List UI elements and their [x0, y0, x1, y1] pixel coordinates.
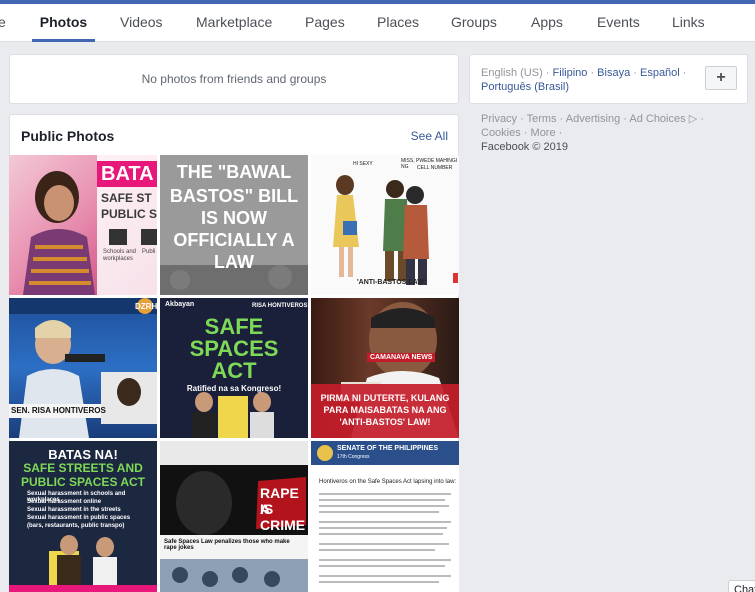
- tab-links[interactable]: Links: [672, 4, 705, 42]
- photo-overlay-text: SEN. RISA HONTIVEROS: [11, 406, 106, 415]
- photo-thumbnail[interactable]: THE "BAWAL BASTOS" BILL IS NOW OFFICIALL…: [160, 155, 308, 295]
- tab-places[interactable]: Places: [377, 4, 419, 42]
- photo-overlay-text: BATA: [101, 163, 154, 185]
- photo-overlay-text: CAMANAVA NEWS: [367, 353, 436, 362]
- photo-overlay-text: PIRMA NI DUTERTE, KULANG: [320, 393, 450, 403]
- copyright: Facebook © 2019: [481, 141, 568, 153]
- photo-overlay-text: Safe Spaces Law penalizes those who make…: [164, 539, 290, 551]
- photo-4-art: [9, 298, 157, 438]
- footer-link-privacy[interactable]: Privacy: [481, 113, 517, 125]
- language-link-bisaya[interactable]: Bisaya: [597, 67, 630, 79]
- tab-events[interactable]: Events: [597, 4, 640, 42]
- photo-overlay-text: IS NOW: [201, 208, 267, 228]
- no-photos-card: No photos from friends and groups: [9, 54, 459, 104]
- photo-overlay-text: SAFE ST: [101, 191, 152, 205]
- photo-thumbnail[interactable]: BATA SAFE ST PUBLIC S Schools and workpl…: [9, 155, 157, 295]
- tab-groups[interactable]: Groups: [451, 4, 497, 42]
- photo-overlay-text: LAW: [214, 252, 254, 272]
- photo-thumbnail[interactable]: BATAS NA! SAFE STREETS AND PUBLIC SPACES…: [9, 441, 157, 592]
- language-list: English (US) · Filipino · Bisaya · Españ…: [481, 67, 687, 93]
- photo-overlay-text: Akbayan: [165, 301, 195, 308]
- chat-tab[interactable]: Chat: [728, 580, 755, 592]
- photo-thumbnail[interactable]: SENATE OF THE PHILIPPINES 17th Congress …: [311, 441, 459, 592]
- photo-overlay-text: RISA HONTIVEROS: [252, 303, 308, 309]
- tab-marketplace[interactable]: Marketplace: [196, 4, 272, 42]
- tab-apps[interactable]: Apps: [531, 4, 563, 42]
- see-all-link[interactable]: See All: [411, 129, 448, 143]
- photo-3-art: [333, 175, 458, 285]
- photo-overlay-text: Sexual harassment online: [27, 499, 102, 505]
- photo-overlay-text: OFFICIALLY A: [173, 230, 295, 250]
- photo-overlay-text: SAFE: [204, 314, 264, 339]
- footer-links: Privacy · Terms · Advertising · Ad Choic…: [481, 113, 704, 139]
- profile-tab-bar: e Photos Videos Marketplace Pages Places…: [0, 4, 755, 42]
- footer-link-cookies[interactable]: Cookies: [481, 127, 521, 139]
- photo-overlay-text: PUBLIC SPACES ACT: [20, 475, 145, 489]
- no-photos-message: No photos from friends and groups: [141, 72, 327, 86]
- photo-thumbnail[interactable]: RAPE IS A CRIME Safe Spaces Law penalize…: [160, 441, 308, 592]
- tab-photos[interactable]: Photos: [32, 4, 95, 42]
- photo-overlay-text: SPACES: [189, 336, 279, 361]
- photo-overlay-text: Ratified na sa Kongreso!: [186, 384, 282, 393]
- photo-overlay-text: 17th Congress: [337, 454, 370, 460]
- photo-overlay-text: Publi: [142, 249, 156, 255]
- photo-overlay-text: THE "BAWAL: [176, 162, 292, 182]
- photo-grid: BATA SAFE ST PUBLIC S Schools and workpl…: [9, 155, 459, 592]
- footer-link-more[interactable]: More: [531, 127, 556, 139]
- tab-videos[interactable]: Videos: [120, 4, 163, 42]
- photo-overlay-text: Sexual harassment in the streets: [27, 507, 121, 513]
- photo-overlay-text: SAFE STREETS AND: [23, 461, 143, 475]
- photo-overlay-text: 'ANTI-BASTOS' LAW!: [339, 417, 431, 427]
- photo-thumbnail[interactable]: Akbayan RISA HONTIVEROS SAFE SPACES ACT …: [160, 298, 308, 438]
- tab-partial[interactable]: e: [0, 4, 6, 42]
- public-photos-title: Public Photos: [21, 128, 115, 144]
- photo-overlay-text: Schools and: [103, 249, 137, 255]
- photo-thumbnail[interactable]: SEN. RISA HONTIVEROS DZRH: [9, 298, 157, 438]
- photo-overlay-text: PUBLIC S: [101, 207, 157, 221]
- photo-overlay-text: CELL NUMBER: [417, 165, 453, 171]
- photo-overlay-text: BASTOS" BILL: [169, 186, 299, 206]
- photo-overlay-text: Hontiveros on the Safe Spaces Act lapsin…: [319, 479, 457, 485]
- ad-choices-icon: ▷: [688, 113, 698, 125]
- footer-link-ad-choices[interactable]: Ad Choices: [629, 113, 685, 125]
- photo-thumbnail[interactable]: CAMANAVA NEWS PIRMA NI DUTERTE, KULANG P…: [311, 298, 459, 438]
- photo-overlay-text: (bars, restaurants, public transpo): [27, 523, 125, 529]
- footer-link-advertising[interactable]: Advertising: [566, 113, 620, 125]
- photo-9-art: [311, 441, 459, 583]
- photo-overlay-text: workplaces: [103, 256, 134, 262]
- photo-overlay-text: Sexual harassment in public spaces: [27, 515, 131, 521]
- photo-overlay-text: SENATE OF THE PHILIPPINES: [337, 445, 438, 452]
- language-link-filipino[interactable]: Filipino: [553, 67, 588, 79]
- photo-thumbnail[interactable]: 'ANTI-BASTOS LAW' HI SEXY MISS, PWEDE MA…: [311, 155, 459, 295]
- photo-overlay-text: HI SEXY: [353, 161, 373, 167]
- photo-overlay-text: ACT: [211, 358, 257, 383]
- photo-overlay-text: PARA MAISABATAS NA ANG: [323, 405, 447, 415]
- language-link-espanol[interactable]: Español: [640, 67, 680, 79]
- current-language: English (US): [481, 67, 543, 79]
- photo-overlay-text: BATAS NA!: [48, 447, 118, 462]
- tab-pages[interactable]: Pages: [305, 4, 345, 42]
- photo-overlay-text: DZRH: [135, 302, 157, 311]
- language-selector-card: English (US) · Filipino · Bisaya · Españ…: [469, 54, 748, 104]
- add-language-button[interactable]: +: [705, 66, 737, 90]
- plus-icon: +: [716, 69, 726, 86]
- language-link-portugues[interactable]: Português (Brasil): [481, 81, 569, 93]
- photo-overlay-text: A CRIME: [260, 501, 306, 533]
- footer-link-terms[interactable]: Terms: [527, 113, 557, 125]
- photo-overlay-text: 'ANTI-BASTOS LAW': [357, 279, 426, 286]
